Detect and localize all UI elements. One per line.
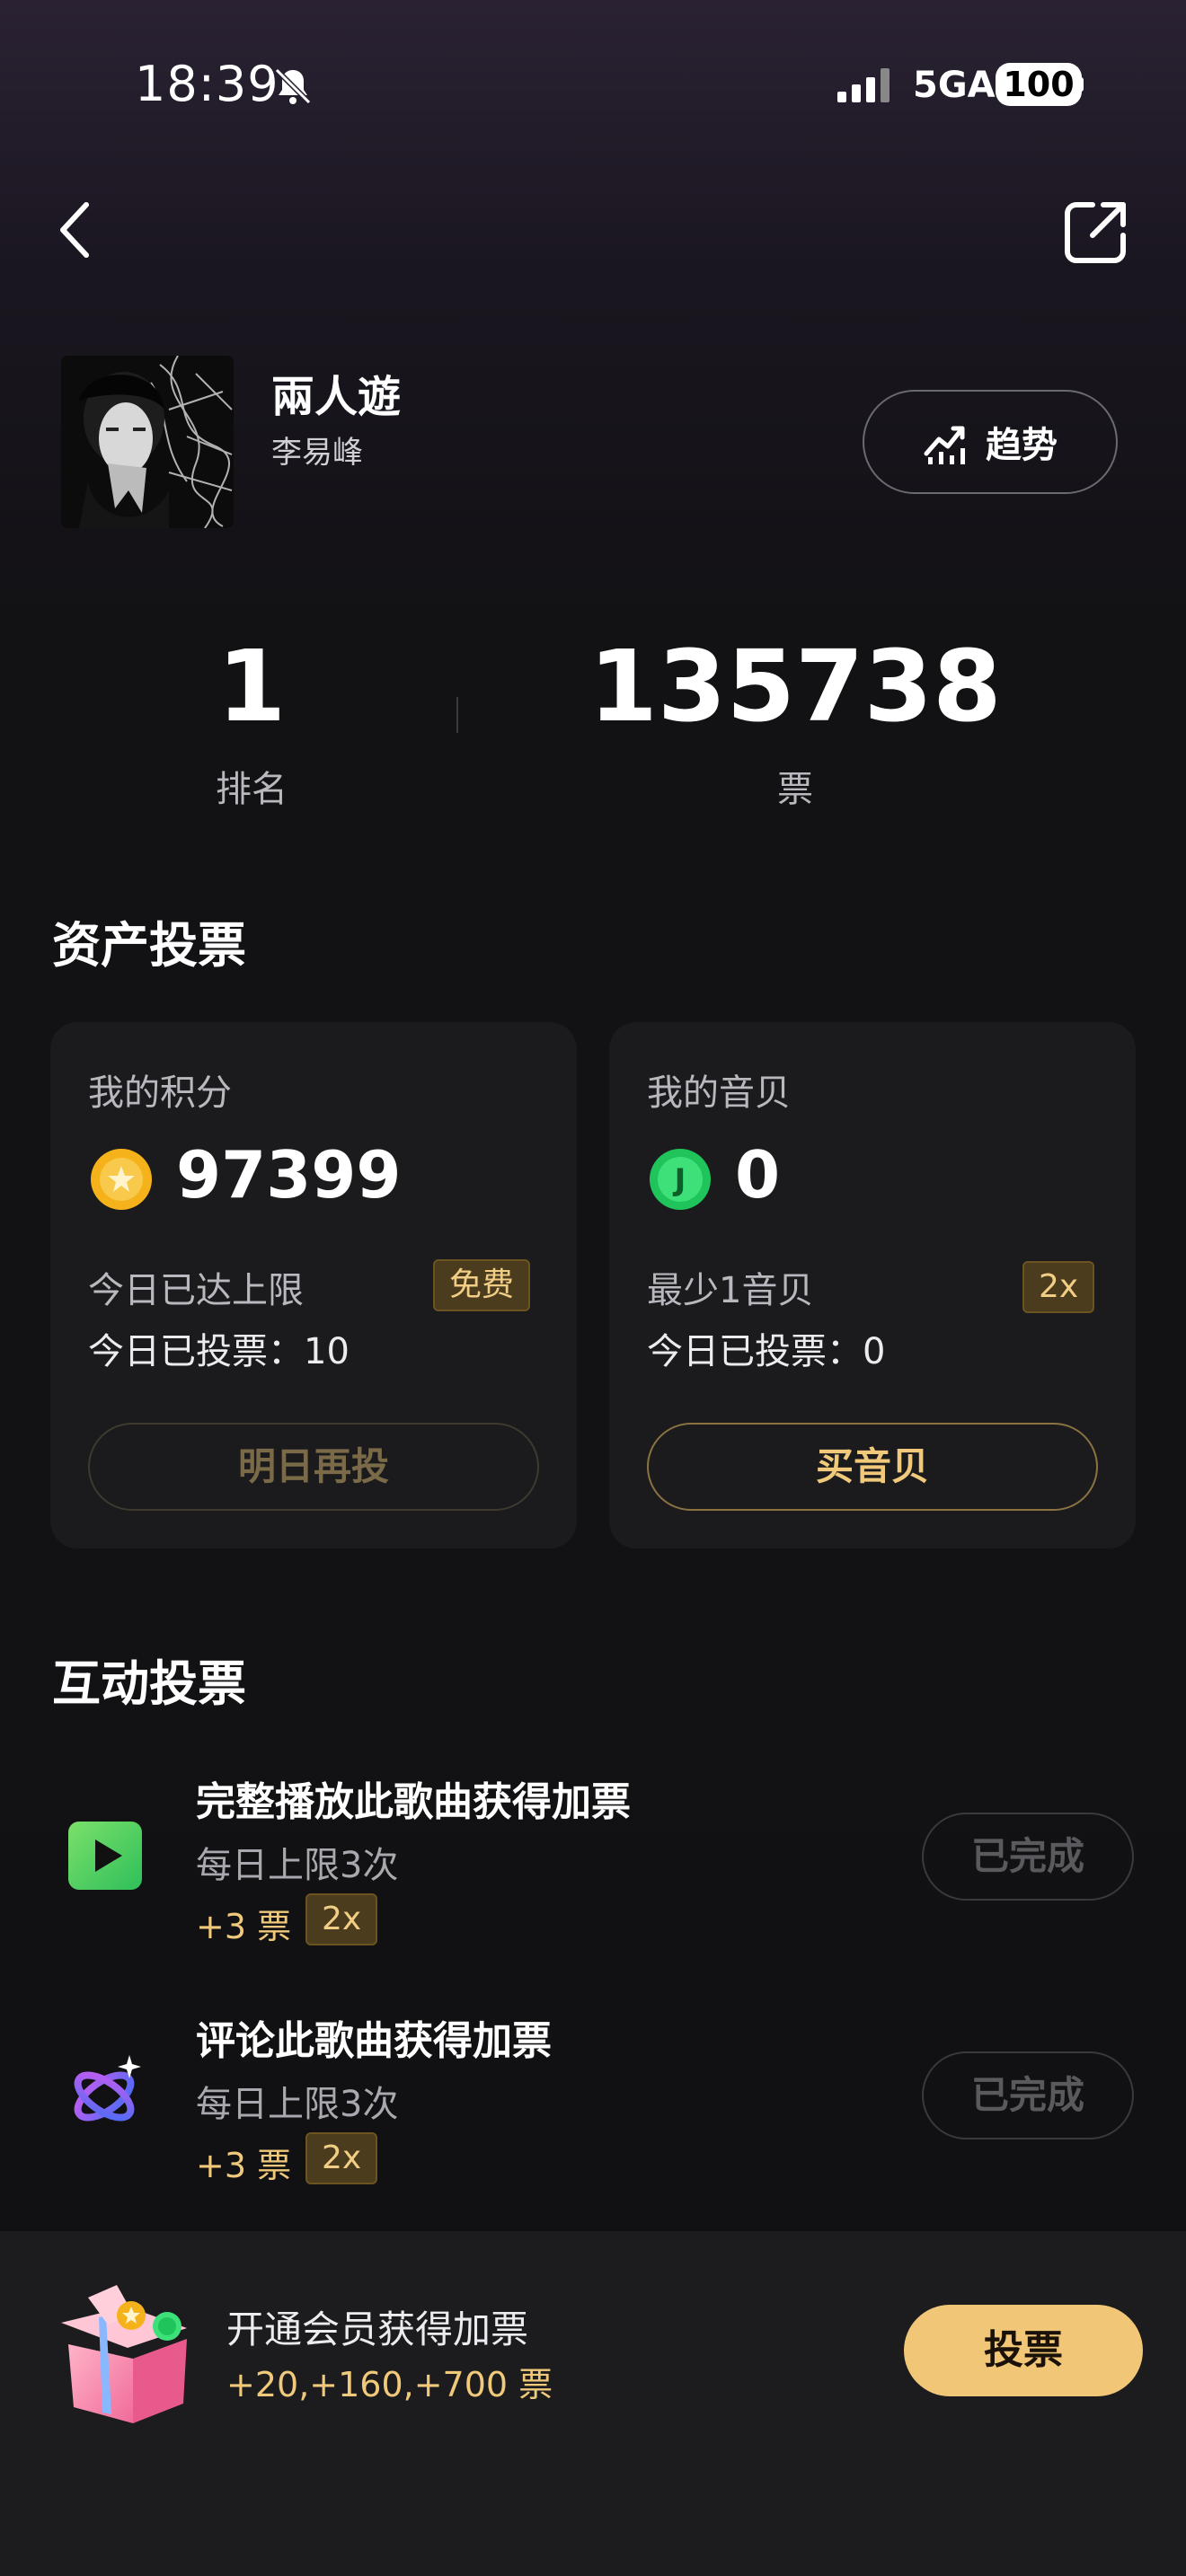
vote-tomorrow-button[interactable]: 明日再投	[88, 1423, 539, 1511]
votes-label: 票	[777, 769, 813, 810]
bell-muted-icon	[274, 67, 312, 105]
points-limit-text: 今日已达上限	[88, 1270, 304, 1311]
points-card: 我的积分 97399 今日已达上限 免费 今日已投票：10 明日再投	[50, 1022, 577, 1548]
shells-card: 我的音贝 J 0 最少1音贝 2x 今日已投票：0 买音贝	[609, 1022, 1136, 1548]
song-artist: 李易峰	[271, 435, 363, 471]
share-icon[interactable]	[1060, 196, 1132, 268]
buy-shells-button[interactable]: 买音贝	[647, 1423, 1098, 1511]
signal-icon	[837, 68, 890, 102]
vote-button[interactable]: 投票	[904, 2305, 1143, 2396]
points-value: 97399	[176, 1137, 402, 1213]
chevron-left-icon[interactable]	[50, 198, 104, 262]
task-reward: +3 票	[196, 2146, 292, 2185]
play-icon	[68, 1822, 142, 1890]
gold-coin-icon	[91, 1149, 152, 1210]
comment-planet-icon	[74, 2055, 141, 2122]
gift-box-icon	[61, 2285, 187, 2423]
album-cover	[61, 356, 234, 528]
rank-label: 排名	[216, 769, 288, 810]
yinbei-coin-icon: J	[650, 1149, 711, 1210]
trend-label: 趋势	[986, 425, 1058, 466]
trend-chart-icon	[924, 426, 965, 464]
points-label: 我的积分	[88, 1072, 232, 1114]
rank-value: 1	[217, 629, 287, 744]
yinbei-coin-letter: J	[673, 1162, 686, 1198]
task-multiplier-badge: 2x	[305, 1893, 378, 1945]
battery-indicator: 100	[996, 63, 1082, 106]
stats-divider	[456, 697, 458, 733]
task-subtitle: 每日上限3次	[196, 2084, 399, 2125]
vip-promo-reward: +20,+160,+700 票	[226, 2365, 553, 2404]
task-completed-button[interactable]: 已完成	[922, 2051, 1134, 2139]
free-badge: 免费	[433, 1259, 531, 1311]
votes-value: 135738	[589, 629, 1002, 744]
battery-tip	[1078, 77, 1084, 92]
shells-voted-today: 今日已投票：0	[647, 1331, 886, 1372]
multiplier-badge: 2x	[1022, 1261, 1095, 1313]
shells-label: 我的音贝	[647, 1072, 791, 1114]
interactive-section-title: 互动投票	[52, 1655, 246, 1712]
asset-section-title: 资产投票	[52, 917, 246, 974]
task-title: 评论此歌曲获得加票	[196, 2018, 552, 2064]
network-label: 5GA	[913, 65, 996, 106]
task-title: 完整播放此歌曲获得加票	[196, 1779, 631, 1825]
trend-button[interactable]: 趋势	[863, 390, 1118, 494]
task-completed-button[interactable]: 已完成	[922, 1813, 1134, 1901]
points-voted-today: 今日已投票：10	[88, 1331, 350, 1372]
song-title: 兩人遊	[271, 372, 402, 422]
shells-min-text: 最少1音贝	[647, 1270, 814, 1311]
task-subtitle: 每日上限3次	[196, 1845, 399, 1886]
task-multiplier-badge: 2x	[305, 2132, 378, 2184]
task-reward: +3 票	[196, 1907, 292, 1946]
vip-promo-title: 开通会员获得加票	[226, 2307, 529, 2351]
status-time: 18:39	[135, 56, 279, 112]
shells-value: 0	[735, 1137, 781, 1213]
